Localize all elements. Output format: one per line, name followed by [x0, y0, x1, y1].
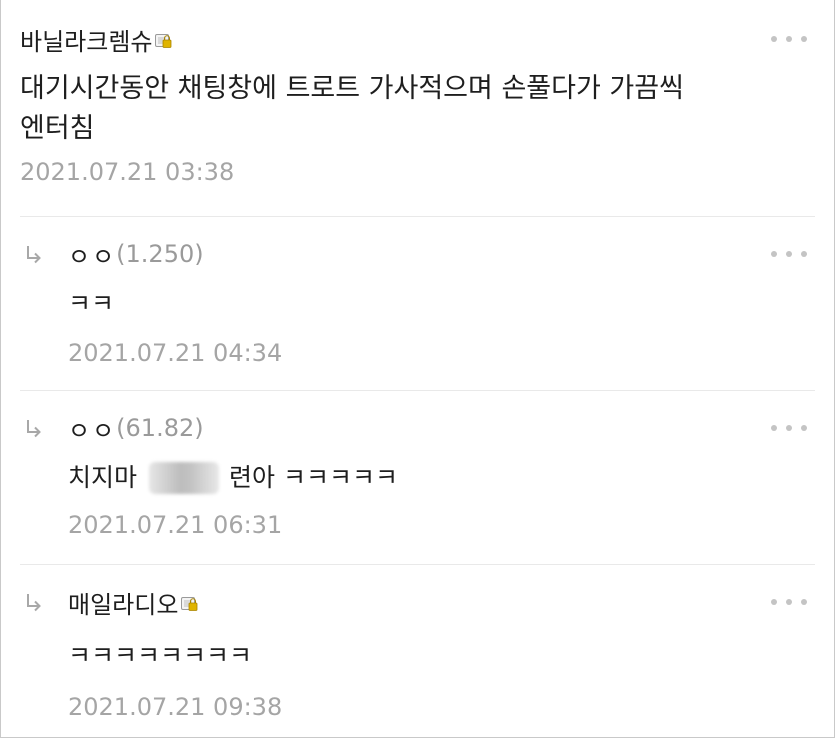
- author-name[interactable]: 매일라디오: [68, 585, 178, 620]
- comment-text-line: 엔터침: [20, 113, 95, 144]
- comment-text-line: 대기시간동안 채팅창에 트로트 가사적으며 손풀다가 가끔씩: [20, 73, 684, 104]
- author-name[interactable]: 바닐라크렘슈: [20, 22, 152, 57]
- reply-timestamp: 2021.07.21 04:34: [68, 339, 283, 367]
- fixed-nick-badge-icon: [181, 597, 198, 611]
- reply-timestamp: 2021.07.21 06:31: [68, 511, 283, 539]
- reply-text-part: 련아 ㅋㅋㅋㅋㅋ: [229, 463, 398, 492]
- comment-item: 바닐라크렘슈 대기시간동안 채팅창에 트로트 가사적으며 손풀다가 가끔씩 엔터…: [20, 22, 815, 189]
- more-options-icon[interactable]: [771, 249, 807, 259]
- more-options-icon[interactable]: [771, 423, 807, 433]
- reply-text-part: 치지마: [68, 463, 138, 492]
- reply-text: 치지마 련아 ㅋㅋㅋㅋㅋ: [68, 460, 815, 496]
- reply-item: ㅇㅇ (61.82) 치지마 련아 ㅋㅋㅋㅋㅋ 2021.07.21 06:31: [20, 411, 815, 542]
- reply-item: ㅇㅇ (1.250) ㅋㅋ 2021.07.21 04:34: [20, 237, 815, 370]
- author-name[interactable]: ㅇㅇ: [68, 237, 116, 272]
- reply-text: ㅋㅋㅋㅋㅋㅋㅋㅋ: [68, 641, 253, 670]
- fixed-nick-badge-icon: [155, 34, 172, 48]
- comment-author[interactable]: 바닐라크렘슈: [20, 22, 815, 56]
- more-options-icon[interactable]: [771, 597, 807, 607]
- reply-author[interactable]: ㅇㅇ (61.82): [68, 411, 815, 445]
- reply-timestamp: 2021.07.21 09:38: [68, 693, 283, 721]
- divider: [20, 564, 815, 565]
- author-ip: (1.250): [116, 240, 204, 268]
- comment-text: 대기시간동안 채팅창에 트로트 가사적으며 손풀다가 가끔씩 엔터침: [20, 69, 815, 149]
- reply-author[interactable]: ㅇㅇ (1.250): [68, 237, 815, 271]
- divider: [20, 216, 815, 217]
- reply-author[interactable]: 매일라디오: [68, 585, 815, 619]
- comment-timestamp: 2021.07.21 03:38: [20, 158, 235, 186]
- reply-arrow-icon: [27, 246, 41, 264]
- reply-text: ㅋㅋ: [68, 289, 115, 318]
- censored-blur: [149, 462, 220, 494]
- author-name[interactable]: ㅇㅇ: [68, 411, 116, 446]
- more-options-icon[interactable]: [771, 34, 807, 44]
- reply-item: 매일라디오 ㅋㅋㅋㅋㅋㅋㅋㅋ 2021.07.21 09:38: [20, 585, 815, 724]
- reply-arrow-icon: [27, 594, 41, 612]
- author-ip: (61.82): [116, 414, 204, 442]
- divider: [20, 390, 815, 391]
- reply-arrow-icon: [27, 420, 41, 438]
